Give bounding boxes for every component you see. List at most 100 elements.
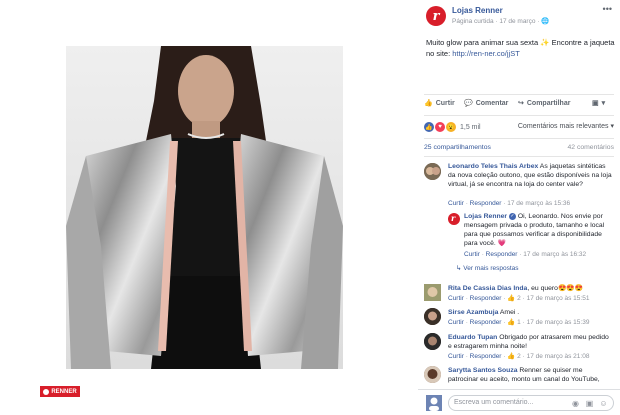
comment-like-link[interactable]: Curtir bbox=[448, 353, 464, 360]
comment-author[interactable]: Sirse Azambuja bbox=[448, 309, 498, 316]
share-label: Compartilhar bbox=[526, 99, 571, 107]
comment-reply-link[interactable]: Responder bbox=[470, 319, 502, 326]
avatar-image bbox=[424, 163, 441, 180]
comment-text: Amei . bbox=[499, 309, 520, 316]
view-more-replies-label: Ver mais respostas bbox=[463, 265, 519, 272]
renner-logo-icon bbox=[43, 388, 50, 395]
comment-sort-dropdown[interactable]: Comentários mais relevantes ▾ bbox=[518, 122, 614, 130]
comment-body: Rita De Cassia Dias Inda, eu quero😍😍😍 bbox=[448, 284, 614, 293]
comment-button[interactable]: 💬 Comentar bbox=[464, 99, 509, 108]
comment: Sarytta Santos Souza Renner se quiser me… bbox=[418, 364, 620, 389]
reactions-count: 1,5 mil bbox=[460, 123, 481, 131]
comment-reaction-count: 2 bbox=[517, 353, 521, 360]
comment-text: , eu quero😍😍😍 bbox=[527, 285, 584, 292]
comment-reply-link[interactable]: Responder bbox=[486, 251, 518, 258]
post-meta-text: Página curtida · 17 de março · bbox=[452, 18, 540, 25]
comment-meta: Curtir · Responder · 17 de março às 15:3… bbox=[448, 200, 571, 207]
avatar[interactable] bbox=[424, 308, 441, 325]
page-avatar[interactable]: r bbox=[426, 6, 446, 26]
comment-like-link[interactable]: Curtir bbox=[448, 319, 464, 326]
comment-reply: r Lojas Renner ✓ Oi, Leonardo. Nos envie… bbox=[418, 210, 620, 266]
like-label: Curtir bbox=[435, 99, 455, 107]
comment-time: 17 de março às 16:32 bbox=[523, 251, 587, 258]
divider bbox=[424, 115, 614, 116]
post-header: r Lojas Renner Página curtida · 17 de ma… bbox=[418, 0, 620, 32]
post-caption: Muito glow para animar sua sexta ✨ Encon… bbox=[426, 37, 616, 59]
like-reaction-icon: 👍 bbox=[424, 122, 434, 132]
comment-input[interactable]: Escreva um comentário... ◉ ▣ ☺ bbox=[448, 395, 614, 411]
avatar-image bbox=[424, 308, 441, 325]
comment-composer: Escreva um comentário... ◉ ▣ ☺ bbox=[418, 389, 620, 415]
share-button[interactable]: ↪ Compartilhar bbox=[518, 99, 571, 108]
avatar[interactable] bbox=[424, 284, 441, 301]
comment-body: Leonardo Teles Thais Arbex As jaquetas s… bbox=[448, 162, 614, 189]
comment-author[interactable]: Lojas Renner bbox=[464, 213, 507, 220]
audience-selector[interactable]: ▣ ▾ bbox=[592, 99, 605, 107]
wow-reaction-icon: 😮 bbox=[446, 122, 456, 132]
view-more-replies-link[interactable]: ↳ Ver mais respostas bbox=[456, 264, 519, 272]
photo-card: RENNER bbox=[0, 0, 418, 415]
renner-brand-tag: RENNER bbox=[40, 386, 80, 397]
chevron-down-icon: ▾ bbox=[601, 100, 606, 107]
comment: Rita De Cassia Dias Inda, eu quero😍😍😍 Cu… bbox=[418, 282, 620, 306]
share-icon: ↪ bbox=[518, 100, 524, 107]
comment-reply-link[interactable]: Responder bbox=[470, 353, 502, 360]
thumbs-up-icon: 👍 bbox=[424, 100, 433, 107]
avatar[interactable]: r bbox=[448, 213, 460, 225]
comment-time: 17 de março às 15:36 bbox=[507, 200, 571, 207]
comment-author[interactable]: Leonardo Teles Thais Arbex bbox=[448, 163, 538, 170]
love-reaction-icon: ♥ bbox=[435, 122, 445, 132]
post-photo[interactable] bbox=[66, 46, 343, 369]
chevron-down-icon: ▾ bbox=[610, 123, 614, 130]
comment-meta: Curtir · Responder · 17 de março às 16:3… bbox=[464, 251, 587, 258]
avatar[interactable] bbox=[424, 163, 441, 180]
avatar[interactable] bbox=[424, 333, 441, 350]
comment-body: Sarytta Santos Souza Renner se quiser me… bbox=[448, 366, 614, 384]
shares-count[interactable]: 25 compartilhamentos bbox=[424, 144, 491, 151]
comments-count[interactable]: 42 comentários bbox=[568, 144, 614, 151]
verified-badge-icon: ✓ bbox=[508, 212, 516, 220]
comment-body: Lojas Renner ✓ Oi, Leonardo. Nos envie p… bbox=[464, 212, 614, 248]
comment-meta: Curtir · Responder · 👍 2 · 17 de março à… bbox=[448, 295, 590, 302]
comment-label: Comentar bbox=[475, 99, 509, 107]
more-options-icon[interactable]: ••• bbox=[603, 4, 612, 14]
comment-reply-link[interactable]: Responder bbox=[470, 200, 502, 207]
comment-author[interactable]: Rita De Cassia Dias Inda bbox=[448, 285, 527, 292]
comment-reaction-count: 1 bbox=[517, 319, 521, 326]
comment-sort-label: Comentários mais relevantes bbox=[517, 123, 609, 130]
comment-reply-link[interactable]: Responder bbox=[470, 295, 502, 302]
thumbs-up-icon: 👍 bbox=[507, 319, 516, 326]
photo-viewer: RENNER bbox=[0, 0, 418, 415]
comment-author[interactable]: Eduardo Tupan bbox=[448, 334, 497, 341]
post-actions: 👍 Curtir 💬 Comentar ↪ Compartilhar ▣ ▾ bbox=[418, 96, 620, 112]
reactions-summary[interactable]: 👍 ♥ 😮 1,5 mil bbox=[424, 121, 481, 133]
comment-meta: Curtir · Responder · 👍 1 · 17 de março à… bbox=[448, 319, 590, 326]
comment-like-link[interactable]: Curtir bbox=[448, 295, 464, 302]
thumbs-up-icon: 👍 bbox=[507, 353, 516, 360]
comment-like-link[interactable]: Curtir bbox=[464, 251, 480, 258]
comment-input-placeholder: Escreva um comentário... bbox=[454, 399, 534, 406]
caption-link[interactable]: http://ren-ner.co/jjST bbox=[452, 49, 520, 58]
current-user-avatar bbox=[426, 395, 442, 411]
camera-icon[interactable]: ◉ bbox=[571, 399, 580, 408]
comment-reaction-count: 2 bbox=[517, 295, 521, 302]
thumbs-up-icon: 👍 bbox=[507, 295, 516, 302]
post-side-panel: r Lojas Renner Página curtida · 17 de ma… bbox=[418, 0, 620, 415]
comment: Sirse Azambuja Amei . Curtir · Responder… bbox=[418, 306, 620, 330]
divider bbox=[424, 138, 614, 139]
avatar-image bbox=[426, 395, 442, 411]
comment-author[interactable]: Sarytta Santos Souza bbox=[448, 367, 518, 374]
comment-time: 17 de março às 15:51 bbox=[526, 295, 590, 302]
like-button[interactable]: 👍 Curtir bbox=[424, 99, 455, 108]
avatar-image bbox=[424, 333, 441, 350]
comment-meta: Curtir · Responder · 👍 2 · 17 de março à… bbox=[448, 353, 590, 360]
post-meta: Página curtida · 17 de março · 🌐 bbox=[452, 17, 549, 25]
gif-icon[interactable]: ▣ bbox=[585, 399, 594, 408]
sticker-icon[interactable]: ☺ bbox=[599, 399, 608, 408]
avatar[interactable] bbox=[424, 366, 441, 383]
comment-like-link[interactable]: Curtir bbox=[448, 200, 464, 207]
avatar-image bbox=[424, 366, 441, 383]
photo-icon: ▣ bbox=[592, 100, 599, 107]
comment-icon: 💬 bbox=[464, 100, 473, 107]
page-name[interactable]: Lojas Renner bbox=[452, 6, 503, 15]
